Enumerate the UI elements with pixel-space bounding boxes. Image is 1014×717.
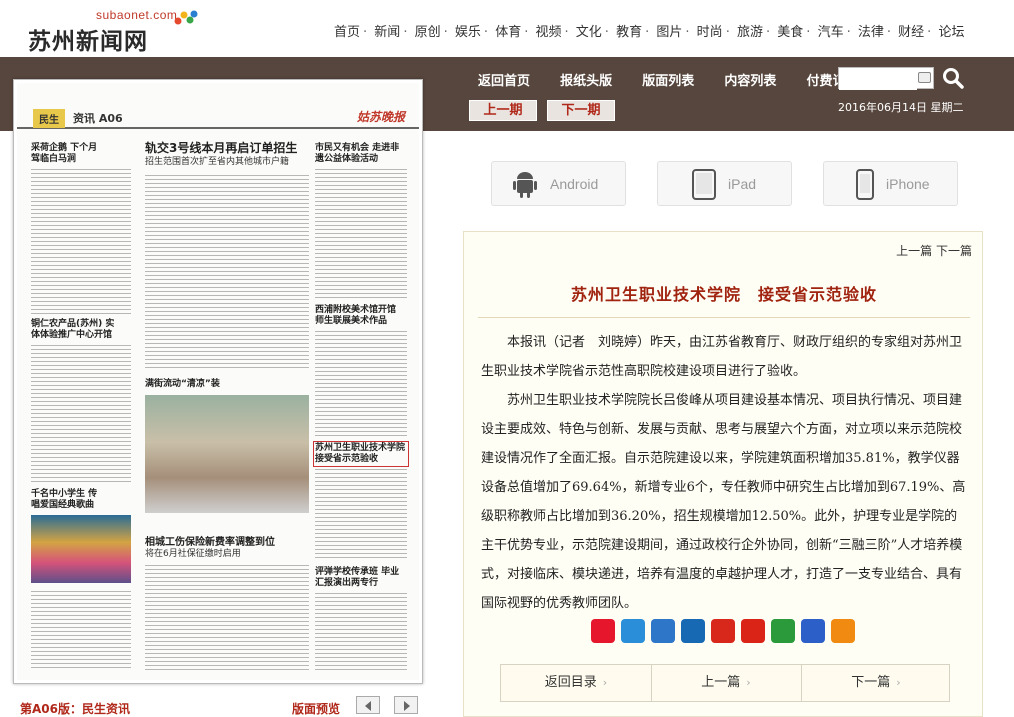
headline-8[interactable]: 千名中小学生 传唱爱国经典歌曲	[31, 489, 101, 511]
headline-9[interactable]: 相城工伤保险新费率调整到位 将在6月社保征缴时启用	[145, 537, 315, 560]
section-tag: 民生	[33, 109, 65, 128]
back-home-link[interactable]: 返回首页	[478, 74, 530, 89]
nav-item-original[interactable]: 原创	[415, 25, 441, 40]
street-photo[interactable]	[145, 395, 309, 513]
android-label: Android	[550, 176, 599, 192]
left-arrow-icon	[365, 701, 371, 711]
article-text-block	[315, 331, 407, 437]
baidu-icon[interactable]	[801, 619, 825, 643]
prev-page-button[interactable]	[356, 696, 380, 714]
nav-item-fashion[interactable]: 时尚	[697, 25, 723, 40]
headline-5[interactable]: 铜仁农产品(苏州) 实体体验推广中心开馆	[31, 319, 121, 341]
next-article-link[interactable]: 下一篇	[936, 244, 972, 258]
ipad-app-button[interactable]: iPad	[657, 161, 792, 206]
nav-item-video[interactable]: 视频	[535, 25, 561, 40]
article-body: 本报讯（记者 刘晓婷）昨天，由江苏省教育厅、财政厅组织的专家组对苏州卫生职业技术…	[481, 328, 968, 618]
nav-item-pictures[interactable]: 图片	[656, 25, 682, 40]
next-article-button[interactable]: 下一篇 ›	[801, 665, 951, 701]
article-text-block	[145, 565, 309, 673]
headline-7-selected[interactable]: 苏州卫生职业技术学院 接受省示范验收	[313, 441, 409, 467]
article-title: 苏州卫生职业技术学院 接受省示范验收	[570, 285, 877, 304]
headline-2[interactable]: 轨交3号线本月再启订单招生 招生范围首次扩至省内其他城市户籍	[145, 141, 315, 168]
back-to-list-button[interactable]: 返回目录 ›	[501, 665, 651, 701]
page-list-link[interactable]: 版面列表	[642, 74, 694, 89]
article-top-nav: 上一篇 下一篇	[896, 242, 972, 259]
content-list-link[interactable]: 内容列表	[724, 74, 776, 89]
headline-10[interactable]: 评弹学校传承班 毕业汇报演出两专行	[315, 567, 407, 589]
preview-label: 版面预览	[292, 702, 341, 716]
next-page-button[interactable]	[394, 696, 418, 714]
headline-1[interactable]: 采荷企鹅 下个月驾临白马涧	[31, 143, 101, 165]
nav-item-forum[interactable]: 论坛	[938, 25, 964, 40]
article-paragraph: 本报讯（记者 刘晓婷）昨天，由江苏省教育厅、财政厅组织的专家组对苏州卫生职业技术…	[481, 335, 963, 379]
search-field	[838, 67, 934, 90]
iphone-app-button[interactable]: iPhone	[823, 161, 958, 206]
article-paragraph: 苏州卫生职业技术学院院长吕俊峰从项目建设基本情况、项目执行情况、项目建设主要成效…	[481, 393, 966, 611]
toolbar-links: 返回首页 报纸头版 版面列表 内容列表 付费订阅	[478, 70, 883, 89]
android-app-button[interactable]: Android	[491, 161, 626, 206]
article-text-block	[31, 591, 131, 671]
article-text-block	[315, 469, 407, 559]
article-text-block	[31, 169, 131, 317]
top-bar: subaonet.com 苏州新闻网 首页 · 新闻 · 原创 · 娱乐 · 体育 · 视…	[0, 0, 1014, 57]
ipad-label: iPad	[728, 176, 757, 192]
weibo-icon[interactable]	[591, 619, 615, 643]
issue-date: 2016年06月14日 星期二	[838, 101, 964, 114]
ipad-icon	[692, 169, 716, 200]
douban-icon[interactable]	[771, 619, 795, 643]
headline-6[interactable]: 满街流动“清凉”装	[145, 379, 275, 390]
favorite-icon[interactable]	[651, 619, 675, 643]
choir-photo[interactable]	[31, 515, 131, 583]
renren-icon[interactable]	[681, 619, 705, 643]
logo-domain: subaonet.com	[96, 8, 178, 22]
divider	[478, 317, 970, 318]
logo-dots-icon	[174, 10, 198, 25]
article-panel: 上一篇 下一篇 苏州卫生职业技术学院 接受省示范验收 本报讯（记者 刘晓婷）昨天…	[463, 231, 983, 717]
keyboard-icon[interactable]	[918, 72, 931, 83]
iphone-label: iPhone	[886, 176, 930, 192]
logo-title: 苏州新闻网	[28, 29, 148, 55]
nav-item-travel[interactable]: 旅游	[737, 25, 763, 40]
article-text-block	[31, 345, 131, 485]
nav-item-auto[interactable]: 汽车	[818, 25, 844, 40]
nav-item-culture[interactable]: 文化	[576, 25, 602, 40]
nav-item-home[interactable]: 首页	[334, 25, 360, 40]
renren-red-icon[interactable]	[711, 619, 735, 643]
section-title: 资讯 A06	[73, 112, 123, 125]
right-arrow-icon	[404, 701, 410, 711]
page-label[interactable]: 第A06版：民生资讯	[20, 700, 130, 717]
search-input[interactable]	[839, 69, 917, 90]
prev-article-link[interactable]: 上一篇	[896, 244, 932, 258]
qzone-icon[interactable]	[621, 619, 645, 643]
nav-item-education[interactable]: 教育	[616, 25, 642, 40]
headline-3[interactable]: 市民又有机会 走进非遗公益体验活动	[315, 143, 407, 165]
next-issue-button[interactable]: 下一期	[547, 100, 615, 121]
article-text-block	[315, 593, 407, 673]
android-icon	[513, 172, 537, 198]
newspaper-header: 民生 资讯 A06 姑苏晚报	[17, 107, 419, 129]
more-icon[interactable]	[831, 619, 855, 643]
search-icon[interactable]	[942, 67, 964, 89]
article-text-block	[315, 169, 407, 301]
nav-item-law[interactable]: 法律	[858, 25, 884, 40]
nav-item-finance[interactable]: 财经	[898, 25, 924, 40]
article-bottom-nav: 返回目录 › 上一篇 › 下一篇 ›	[500, 664, 950, 702]
front-page-link[interactable]: 报纸头版	[560, 74, 612, 89]
prev-issue-button[interactable]: 上一期	[469, 100, 537, 121]
article-text-block	[145, 175, 309, 371]
nav-item-entertainment[interactable]: 娱乐	[455, 25, 481, 40]
paper-brand: 姑苏晚报	[356, 110, 405, 124]
newspaper-page[interactable]: 民生 资讯 A06 姑苏晚报 采荷企鹅 下个月驾临白马涧 铜仁农产品(苏州) 实…	[17, 83, 419, 680]
newspaper-page-frame: 民生 资讯 A06 姑苏晚报 采荷企鹅 下个月驾临白马涧 铜仁农产品(苏州) 实…	[13, 79, 423, 684]
nav-item-sports[interactable]: 体育	[495, 25, 521, 40]
qq-icon[interactable]	[741, 619, 765, 643]
nav-item-food[interactable]: 美食	[777, 25, 803, 40]
iphone-icon	[856, 169, 874, 200]
main-nav: 首页 · 新闻 · 原创 · 娱乐 · 体育 · 视频 · 文化 · 教育 · 图片 · 时尚 · …	[334, 25, 965, 40]
headline-4[interactable]: 西浦附校美术馆开馆 师生联展美术作品	[315, 305, 407, 327]
prev-article-button[interactable]: 上一篇 ›	[651, 665, 801, 701]
nav-item-news[interactable]: 新闻	[374, 25, 400, 40]
